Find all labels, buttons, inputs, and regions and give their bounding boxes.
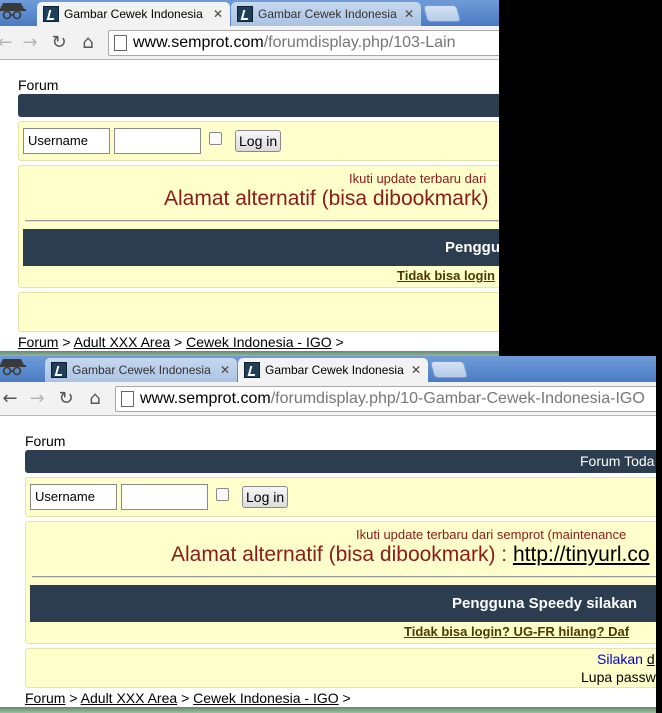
alamat-text: Alamat alternatif (bisa dibookmark): [164, 187, 489, 210]
site-favicon-icon: [43, 6, 59, 22]
url-text: www.semprot.com/forumdisplay.php/103-Lai…: [133, 34, 456, 51]
breadcrumb-adult-xxx-area[interactable]: Adult XXX Area: [81, 690, 178, 706]
page-icon: [114, 35, 127, 51]
site-favicon-icon: [51, 362, 67, 378]
browser-window-1: Gambar Cewek Indonesia ✕ Gambar Cewek In…: [0, 0, 499, 356]
remember-checkbox[interactable]: [209, 132, 222, 145]
tab-strip: Gambar Cewek Indonesia ✕ Gambar Cewek In…: [0, 356, 656, 382]
site-favicon-icon: [244, 362, 260, 378]
forum-navbar: Forum Toda: [25, 450, 656, 473]
breadcrumb-forum[interactable]: Forum: [25, 690, 65, 706]
breadcrumb-forum[interactable]: Forum: [18, 334, 58, 350]
info-box: Silakan d Lupa passw: [25, 648, 656, 688]
browser-window-2: Gambar Cewek Indonesia ✕ Gambar Cewek In…: [0, 356, 656, 713]
page-icon: [121, 391, 134, 407]
breadcrumb: Forum > Adult XXX Area > Cewek Indonesia…: [18, 334, 344, 350]
forum-label: Forum: [18, 77, 59, 93]
close-icon[interactable]: ✕: [217, 363, 233, 377]
breadcrumb-cewek-indonesia-igo[interactable]: Cewek Indonesia - IGO: [186, 334, 332, 350]
reload-icon[interactable]: ↻: [48, 32, 70, 54]
notice-box: Ikuti update terbaru dari Alamat alterna…: [18, 165, 499, 288]
login-button[interactable]: Log in: [242, 486, 289, 508]
home-icon[interactable]: ⌂: [77, 32, 99, 54]
tidak-bisa-login-link[interactable]: Tidak bisa login: [397, 268, 495, 283]
username-input[interactable]: Username: [30, 484, 117, 510]
update-text: Ikuti update terbaru dari semprot (maint…: [356, 527, 627, 542]
tinyurl-link[interactable]: http://tinyurl.co: [513, 543, 650, 566]
new-tab-button[interactable]: [422, 5, 462, 22]
tab-gambar-cewek-1[interactable]: Gambar Cewek Indonesia ✕: [45, 358, 237, 382]
page-content: Forum Forum Toda Username Log in Ikuti u…: [0, 417, 656, 713]
lupa-password-text[interactable]: Lupa passw: [581, 669, 656, 685]
home-icon[interactable]: ⌂: [84, 388, 106, 410]
address-bar[interactable]: www.semprot.com/forumdisplay.php/10-Gamb…: [115, 386, 656, 412]
login-box: Username Log in: [25, 477, 656, 517]
back-arrow-icon[interactable]: ←: [0, 388, 21, 410]
forum-label: Forum: [25, 433, 66, 449]
divider: [25, 220, 499, 222]
incognito-icon: [0, 3, 26, 20]
close-icon[interactable]: ✕: [408, 363, 424, 377]
navbar-links[interactable]: Forum Toda: [580, 450, 654, 473]
breadcrumb-adult-xxx-area[interactable]: Adult XXX Area: [74, 334, 171, 350]
tab-gambar-cewek-2[interactable]: Gambar Cewek Indonesia ✕: [238, 358, 428, 382]
login-box: Username Log in: [18, 121, 499, 161]
speedy-banner: Penggu: [23, 229, 499, 266]
silakan-link[interactable]: d: [647, 651, 655, 667]
toolbar: ← → ↻ ⌂ www.semprot.com/forumdisplay.php…: [0, 382, 656, 416]
username-input[interactable]: Username: [23, 128, 110, 154]
new-tab-button[interactable]: [429, 361, 469, 378]
toolbar: ← → ↻ ⌂ www.semprot.com/forumdisplay.php…: [0, 26, 499, 60]
tab-gambar-cewek-1[interactable]: Gambar Cewek Indonesia ✕: [37, 2, 230, 26]
tidak-bisa-login-link[interactable]: Tidak bisa login? UG-FR hilang? Daf: [404, 624, 629, 639]
divider: [32, 576, 656, 578]
password-input[interactable]: [121, 484, 208, 510]
breadcrumb: Forum > Adult XXX Area > Cewek Indonesia…: [25, 690, 351, 706]
page-content: Forum Username Log in Ikuti update terba…: [0, 61, 499, 356]
update-text: Ikuti update terbaru dari: [349, 171, 487, 186]
forward-arrow-icon[interactable]: →: [26, 388, 48, 410]
login-button[interactable]: Log in: [235, 130, 282, 152]
tab-gambar-cewek-2[interactable]: Gambar Cewek Indonesia ✕: [231, 2, 421, 26]
url-text: www.semprot.com/forumdisplay.php/10-Gamb…: [140, 390, 645, 407]
page-bottom-strip: [0, 707, 656, 713]
back-arrow-icon[interactable]: ←: [0, 32, 16, 54]
address-bar[interactable]: www.semprot.com/forumdisplay.php/103-Lai…: [108, 30, 499, 56]
remember-checkbox[interactable]: [216, 488, 229, 501]
password-input[interactable]: [114, 128, 201, 154]
forward-arrow-icon[interactable]: →: [19, 32, 41, 54]
notice-box: Ikuti update terbaru dari semprot (maint…: [25, 521, 656, 644]
incognito-icon: [0, 359, 26, 376]
forum-navbar: [18, 94, 499, 117]
site-favicon-icon: [237, 6, 253, 22]
tab-strip: Gambar Cewek Indonesia ✕ Gambar Cewek In…: [0, 0, 499, 26]
alamat-text: Alamat alternatif (bisa dibookmark) : ht…: [171, 543, 650, 566]
close-icon[interactable]: ✕: [210, 7, 226, 21]
breadcrumb-cewek-indonesia-igo[interactable]: Cewek Indonesia - IGO: [193, 690, 339, 706]
close-icon[interactable]: ✕: [401, 7, 417, 21]
info-box: [18, 292, 499, 332]
speedy-banner: Pengguna Speedy silakan: [30, 585, 656, 622]
reload-icon[interactable]: ↻: [55, 388, 77, 410]
silakan-text: Silakan d: [597, 651, 655, 667]
